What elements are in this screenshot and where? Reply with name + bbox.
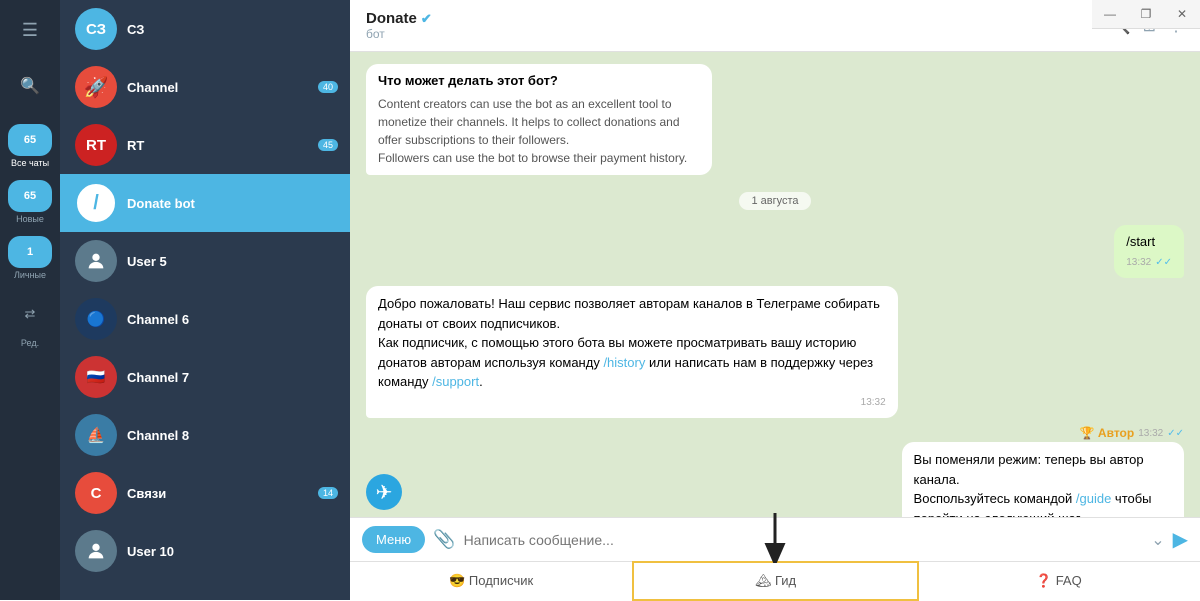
chat-header-info: Donate ✔ бот — [366, 10, 1101, 41]
chat-item[interactable]: RT RT 45 — [60, 116, 350, 174]
sidebar-item-personal[interactable]: 1 Личные — [8, 236, 52, 280]
new-badge: 65 — [24, 190, 36, 202]
message-text: Добро пожаловать! Наш сервис позволяет а… — [378, 294, 886, 392]
date-divider: 1 августа — [366, 191, 1184, 209]
avatar — [75, 240, 117, 282]
sidebar-item-all-chats[interactable]: 65 Все чаты — [8, 124, 52, 168]
avatar: ⛵ — [75, 414, 117, 456]
qr-guide[interactable]: 🏔 Гид — [632, 561, 918, 601]
sidebar: ☰ 🔍 65 Все чаты 65 Новые 1 — [0, 0, 350, 600]
avatar: 🚀 — [75, 66, 117, 108]
chat-item[interactable]: User 10 — [60, 522, 350, 580]
telegram-logo: ✈ — [366, 474, 402, 510]
author-time: 13:32 — [1138, 428, 1163, 439]
sidebar-item-edit[interactable]: ⇄ Ред. — [8, 292, 52, 348]
chat-item-donate[interactable]: / Donate bot — [60, 174, 350, 232]
chat-status: бот — [366, 27, 1101, 41]
scroll-icon[interactable]: ⌄ — [1151, 530, 1164, 550]
message-welcome: Добро пожаловать! Наш сервис позволяет а… — [366, 286, 898, 418]
chat-info: Donate bot — [127, 196, 338, 211]
window-controls: — ❐ ✕ — [1092, 0, 1200, 29]
chat-items: СЗ СЗ 🚀 Channel 40 — [60, 0, 350, 600]
message-author-group: 🏆 Автор 13:32 ✓✓ Вы поменяли режим: тепе… — [749, 426, 1184, 517]
chat-list: СЗ СЗ 🚀 Channel 40 — [60, 0, 350, 600]
chat-badge: 40 — [318, 81, 338, 93]
avatar: СЗ — [75, 8, 117, 50]
message-time: 13:32 — [861, 396, 886, 411]
menu-button[interactable]: Меню — [362, 526, 425, 553]
author-checks: ✓✓ — [1167, 428, 1184, 439]
sidebar-item-new[interactable]: 65 Новые — [8, 180, 52, 224]
arrow-indicator — [745, 513, 805, 563]
chat-item[interactable]: 🚀 Channel 40 — [60, 58, 350, 116]
message-group-1: Что может делать этот бот? Content creat… — [366, 64, 898, 175]
chat-info: Channel — [127, 80, 308, 95]
qr-faq[interactable]: ❓ FAQ — [918, 562, 1200, 600]
edit-label: Ред. — [21, 338, 39, 348]
sidebar-menu-icon[interactable]: ☰ — [8, 8, 52, 52]
avatar: / — [75, 182, 117, 224]
message-answer: Content creators can use the bot as an e… — [378, 95, 700, 167]
sidebar-nav: ☰ 🔍 65 Все чаты 65 Новые 1 — [0, 0, 60, 600]
message-bubble-author: Вы поменяли режим: теперь вы автор канал… — [902, 442, 1184, 517]
maximize-button[interactable]: ❐ — [1128, 0, 1164, 28]
chat-badge: 14 — [318, 487, 338, 499]
message-time: 13:32 — [1126, 256, 1151, 271]
author-sender-row: 🏆 Автор 13:32 ✓✓ — [1080, 426, 1184, 440]
chat-header: Donate ✔ бот 🔍 ⊞ ⋮ — [350, 0, 1200, 52]
qr-subscriber[interactable]: 😎 Подписчик — [350, 562, 633, 600]
avatar: 🔵 — [75, 298, 117, 340]
author-label: 🏆 Автор — [1080, 426, 1135, 440]
chat-badge: 45 — [318, 139, 338, 151]
minimize-button[interactable]: — — [1092, 0, 1128, 28]
chat-item[interactable]: 🔵 Channel 6 — [60, 290, 350, 348]
close-button[interactable]: ✕ — [1164, 0, 1200, 28]
chat-item[interactable]: 🇷🇺 Channel 7 — [60, 348, 350, 406]
avatar: RT — [75, 124, 117, 166]
send-icon[interactable]: ▶ — [1173, 527, 1188, 552]
support-link[interactable]: /support — [432, 374, 479, 389]
guide-link[interactable]: /guide — [1076, 491, 1111, 506]
right-input-controls: ⌄ ▶ — [1151, 527, 1188, 552]
avatar — [75, 530, 117, 572]
chat-item[interactable]: С Связи 14 — [60, 464, 350, 522]
sidebar-search-icon[interactable]: 🔍 — [8, 64, 52, 108]
avatar: 🇷🇺 — [75, 356, 117, 398]
chat-info: СЗ — [127, 22, 338, 37]
edit-icon: ⇄ — [25, 306, 36, 322]
chat-name: Donate ✔ — [366, 10, 1101, 27]
all-chats-badge: 65 — [24, 134, 36, 146]
quick-replies: 😎 Подписчик 🏔 Гид ❓ FAQ — [350, 561, 1200, 600]
verified-icon: ✔ — [421, 11, 432, 27]
history-link[interactable]: /history — [603, 355, 645, 370]
personal-label: Личные — [14, 270, 46, 280]
chat-item[interactable]: User 5 — [60, 232, 350, 290]
main-chat: — ❐ ✕ Donate ✔ бот 🔍 ⊞ ⋮ — [350, 0, 1200, 600]
attach-icon[interactable]: 📎 — [433, 529, 455, 550]
message-bubble: Что может делать этот бот? Content creat… — [366, 64, 712, 175]
chat-info: RT — [127, 138, 308, 153]
message-text: Вы поменяли режим: теперь вы автор канал… — [914, 450, 1172, 517]
message-text: /start — [1126, 233, 1172, 252]
new-label: Новые — [16, 214, 44, 224]
chat-item[interactable]: ⛵ Channel 8 — [60, 406, 350, 464]
check-icon: ✓✓ — [1155, 256, 1172, 271]
message-question: Что может делать этот бот? — [378, 72, 700, 91]
messages-area: Что может делать этот бот? Content creat… — [350, 52, 1200, 517]
left-input-controls: Меню 📎 — [362, 526, 456, 553]
all-chats-label: Все чаты — [11, 158, 49, 168]
chat-item[interactable]: СЗ СЗ — [60, 0, 350, 58]
avatar: С — [75, 472, 117, 514]
message-outgoing: /start 13:32 ✓✓ — [1114, 225, 1184, 278]
personal-badge: 1 — [27, 246, 33, 258]
